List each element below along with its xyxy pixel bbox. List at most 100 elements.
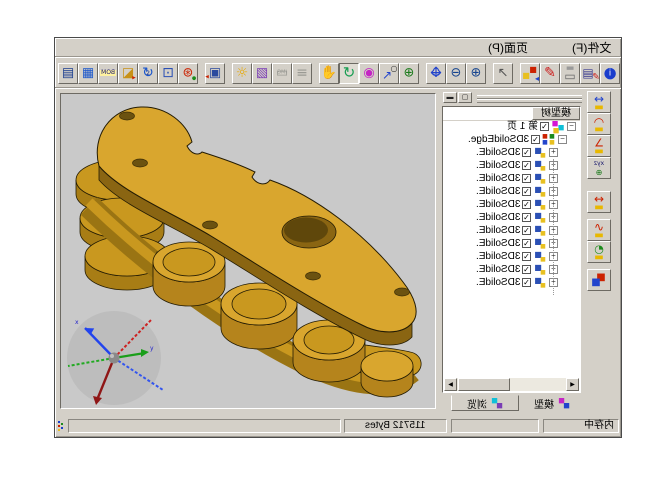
material-library-button[interactable]: ▧ [252, 63, 272, 84]
menu-file[interactable]: 文件(F) [572, 39, 611, 56]
color-palette-button[interactable]: ■■◂ [520, 63, 540, 84]
tree-row-checkbox[interactable]: ✓ [522, 200, 531, 209]
tree-row-checkbox[interactable]: ✓ [522, 252, 531, 261]
image-tool-button[interactable]: ▭IMG [272, 63, 292, 84]
scroll-left-button[interactable]: ◀ [444, 378, 457, 391]
tree-row[interactable]: 3DSolidE.✓■■+ [443, 211, 580, 224]
dimension-toolbar: ↔▬◠▬∠▬xyz⊕↔▬∿▬◔▬■■ [587, 91, 613, 291]
feature-cube-icon: ■■ [533, 277, 547, 289]
tree-row[interactable]: 第 1 页✓■■■− [443, 120, 580, 133]
tree-row-checkbox[interactable]: ✓ [522, 239, 531, 248]
regenerate-button[interactable]: ↻2 [138, 63, 158, 84]
feature-cube-icon: ■■ [533, 186, 547, 198]
layers-tool-button[interactable]: ≡ [292, 63, 312, 84]
zoom-in-button[interactable]: ⊕ [466, 63, 486, 84]
tree-row-checkbox[interactable]: ✓ [522, 174, 531, 183]
print-preview-button[interactable]: ▦ [78, 63, 98, 84]
tree-row[interactable]: 3DSolidE.✓■■+ [443, 198, 580, 211]
tab-browse[interactable]: 浏览 ■■ [451, 395, 519, 411]
feature-cube-icon: ■■ [533, 225, 547, 237]
tree-title: 模型树 [541, 108, 571, 119]
bom-table-button[interactable]: BOM [98, 63, 118, 84]
tree-row[interactable]: 3DSolidE.✓■■+ [443, 250, 580, 263]
tree-row[interactable]: 3DSolidE.✓■■+ [443, 159, 580, 172]
pan-view-button[interactable]: ✋ [319, 63, 339, 84]
tree-row[interactable]: 3DSolidE.✓■■+ [443, 276, 580, 289]
tree-expand-toggle[interactable]: + [549, 148, 558, 157]
status-bar: 115712 Bytes 内存中 [55, 418, 621, 435]
panel-dock-bar: ▬ ▢ [441, 91, 584, 105]
zoom-out-button[interactable]: ⊖ [446, 63, 466, 84]
tree-expand-toggle[interactable]: − [567, 122, 576, 131]
tree-row-label: 3DSolidE. [476, 251, 520, 262]
linear-dimension-button[interactable]: ↔▬ [587, 91, 611, 113]
feature-cube-icon: ■■ [533, 212, 547, 224]
workspace: x y z ▬ ▢ 模型树 [55, 89, 621, 417]
tree-row-checkbox[interactable]: ✓ [522, 148, 531, 157]
part-cube-icon: ■■■■ [542, 134, 556, 146]
tree-hscrollbar: ◀ ▶ [444, 378, 579, 391]
edit-document-button[interactable]: ▤✎ [580, 63, 600, 84]
angular-dimension-button[interactable]: ∠▬ [587, 135, 611, 157]
panel-tabs: 浏览 ■■ 模型 ■■ [441, 395, 584, 412]
tree-row[interactable]: 3DSolidE.✓■■+ [443, 146, 580, 159]
gauge-measure-button[interactable]: ◔▬ [587, 241, 611, 263]
feature-cube-icon: ■■ [533, 264, 547, 276]
svg-text:x: x [75, 319, 79, 326]
tab-model[interactable]: 模型 ■■ [523, 395, 581, 411]
tree-row-checkbox[interactable]: ✓ [540, 122, 549, 131]
orbit-view-button[interactable]: ◉ [359, 63, 379, 84]
rotate-view-button[interactable]: ↻ [339, 63, 359, 84]
select-pointer-button[interactable]: ↖ [493, 63, 513, 84]
tree-row[interactable]: 3DSolidE.✓■■+ [443, 185, 580, 198]
curve-measure-button[interactable]: ∿▬ [587, 219, 611, 241]
assembly-tools-button[interactable]: ⊛● [178, 63, 198, 84]
panel-minimize-button[interactable]: ▬ [443, 92, 457, 103]
tree-row-checkbox[interactable]: ✓ [531, 135, 540, 144]
exit-environment-button[interactable]: ▣◂ [205, 63, 225, 84]
report-table-button[interactable]: ▤ [58, 63, 78, 84]
solid-check-button[interactable]: ■■ [587, 269, 611, 291]
tree-row-checkbox[interactable]: ✓ [522, 187, 531, 196]
browse-tab-icon: ■■ [490, 397, 504, 410]
tree-row-label: 3DSolidE. [476, 147, 520, 158]
distance-measure-button[interactable]: ↔▬ [587, 191, 611, 213]
tree-row[interactable]: 3DSolidEdge.✓■■■■− [443, 133, 580, 146]
tree-row[interactable]: 3DSolidE.✓■■+ [443, 172, 580, 185]
part-3d-model: x y z [61, 94, 435, 408]
menu-page[interactable]: 页面(P) [488, 39, 528, 56]
status-message-cell [68, 419, 341, 433]
tree-row-checkbox[interactable]: ✓ [522, 265, 531, 274]
tree-row-checkbox[interactable]: ✓ [522, 226, 531, 235]
part-edit-button[interactable]: ◪▸ [118, 63, 138, 84]
coordinate-dimension-button[interactable]: xyz⊕ [587, 157, 611, 179]
panel-drag-grip2[interactable] [477, 99, 582, 103]
panel-restore-button[interactable]: ▢ [458, 92, 472, 103]
tree-row-checkbox[interactable]: ✓ [522, 278, 531, 287]
viewport-3d[interactable]: x y z [60, 93, 436, 409]
zoom-window-button[interactable]: ⊕ [399, 63, 419, 84]
annotate-pen-button[interactable]: ✎ [540, 63, 560, 84]
scroll-right-button[interactable]: ▶ [566, 378, 579, 391]
tree-row-label: 3DSolidE. [476, 264, 520, 275]
display-settings-button[interactable]: ⊡ [158, 63, 178, 84]
tree-expand-toggle[interactable]: − [558, 135, 567, 144]
tree-row[interactable]: 3DSolidE.✓■■+ [443, 224, 580, 237]
feature-cube-icon: ■■ [533, 238, 547, 250]
radius-dimension-button[interactable]: ◠▬ [587, 113, 611, 135]
feature-cube-icon: ■■ [533, 160, 547, 172]
tree-row-checkbox[interactable]: ✓ [522, 213, 531, 222]
tree-connector-line [553, 159, 554, 295]
tree-row[interactable]: 3DSolidE.✓■■+ [443, 263, 580, 276]
tree-row[interactable]: 3DSolidE.✓■■+ [443, 237, 580, 250]
move-view-button[interactable]: ↔↕ [426, 63, 446, 84]
tree-row-label: 3DSolidE. [476, 160, 520, 171]
about-info-button[interactable]: ●i [600, 63, 620, 84]
light-toggle-button[interactable]: ☼ [232, 63, 252, 84]
svg-text:y: y [150, 345, 154, 352]
feature-cube-icon: ■■ [533, 147, 547, 159]
scroll-thumb[interactable] [458, 378, 510, 391]
zoom-pointer-button[interactable]: ↗○ [379, 63, 399, 84]
tree-row-checkbox[interactable]: ✓ [522, 161, 531, 170]
print-button[interactable]: ▭▬ [560, 63, 580, 84]
